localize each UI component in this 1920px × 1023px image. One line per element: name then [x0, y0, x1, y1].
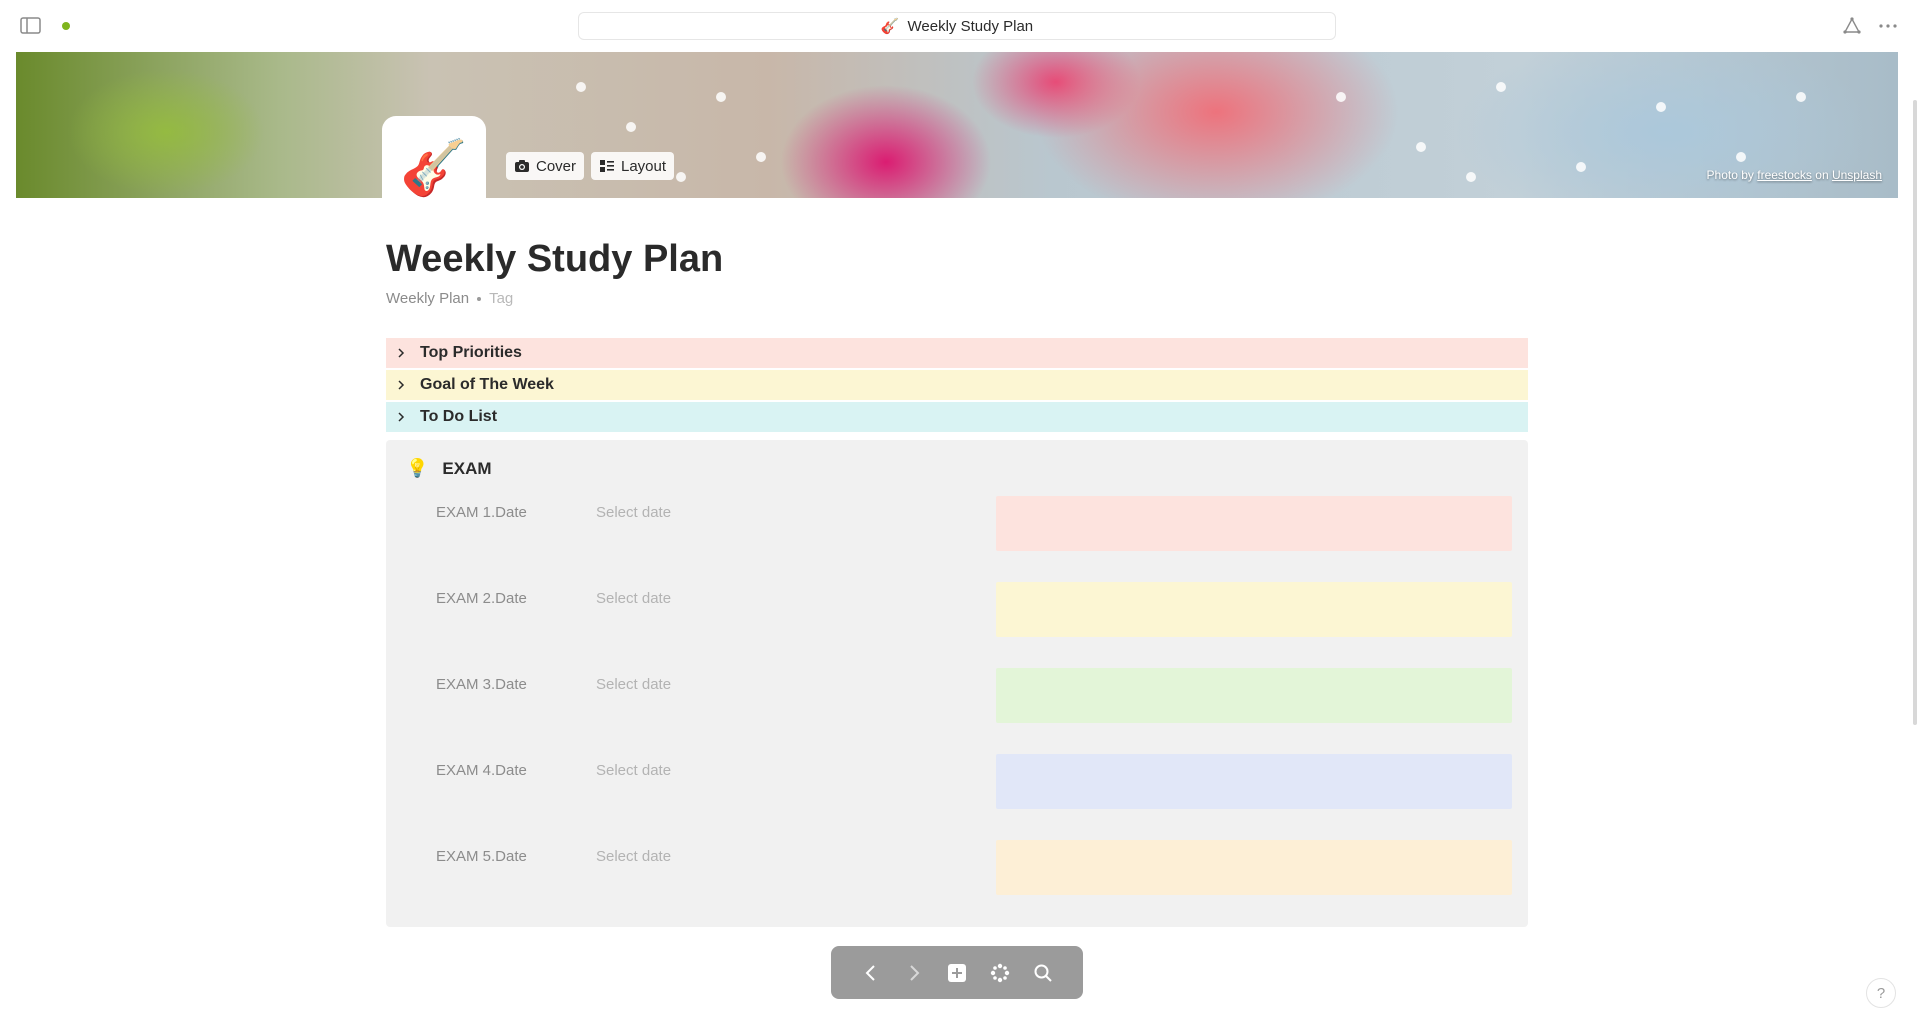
exam-note-block[interactable] — [996, 840, 1512, 895]
exam-note-block[interactable] — [996, 754, 1512, 809]
window-title: Weekly Study Plan — [907, 17, 1034, 35]
forward-icon[interactable] — [900, 959, 928, 987]
credit-on: on — [1815, 168, 1829, 182]
exam-note-block[interactable] — [996, 668, 1512, 723]
exam-row-label: EXAM 3.Date — [436, 676, 527, 693]
sync-status-dot — [62, 22, 70, 30]
exam-row: EXAM 5.Date Select date — [436, 840, 1512, 902]
search-icon[interactable] — [1029, 959, 1057, 987]
date-picker[interactable]: Select date — [596, 676, 671, 693]
credit-site-link[interactable]: Unsplash — [1832, 168, 1882, 182]
back-icon[interactable] — [857, 959, 885, 987]
cover-button-label: Cover — [536, 157, 577, 175]
cover-flowers-decoration — [16, 52, 1898, 198]
toggle-goal-of-the-week[interactable]: Goal of The Week — [386, 370, 1528, 400]
layout-button[interactable]: Layout — [591, 152, 675, 180]
exam-note-block[interactable] — [996, 496, 1512, 551]
more-options-icon[interactable] — [1876, 14, 1900, 38]
date-picker[interactable]: Select date — [596, 504, 671, 521]
toggle-label: To Do List — [420, 408, 498, 425]
page-meta: Weekly Plan Tag — [386, 290, 513, 307]
page-title-bar[interactable]: 🎸 Weekly Study Plan — [578, 12, 1336, 40]
date-picker[interactable]: Select date — [596, 590, 671, 607]
lightbulb-icon[interactable]: 💡 — [406, 458, 428, 479]
exam-row-label: EXAM 5.Date — [436, 848, 527, 865]
scrollbar[interactable] — [1913, 100, 1917, 725]
toggle-top-priorities[interactable]: Top Priorities — [386, 338, 1528, 368]
chevron-right-icon[interactable] — [394, 410, 408, 424]
add-page-icon[interactable] — [943, 959, 971, 987]
chevron-right-icon[interactable] — [394, 346, 408, 360]
exam-heading-label[interactable]: EXAM — [442, 459, 491, 479]
top-bar: 🎸 Weekly Study Plan — [0, 0, 1920, 52]
exam-row-label: EXAM 2.Date — [436, 590, 527, 607]
exam-row: EXAM 3.Date Select date — [436, 668, 1512, 730]
exam-row: EXAM 4.Date Select date — [436, 754, 1512, 816]
tag-input[interactable]: Tag — [489, 290, 513, 307]
share-icon[interactable] — [1840, 14, 1864, 38]
exam-row-label: EXAM 4.Date — [436, 762, 527, 779]
exam-row: EXAM 2.Date Select date — [436, 582, 1512, 644]
page-icon[interactable]: 🎸 — [382, 116, 486, 220]
cover-button[interactable]: Cover — [506, 152, 585, 180]
layout-button-label: Layout — [621, 157, 667, 175]
title-emoji-icon: 🎸 — [880, 18, 900, 35]
credit-author-link[interactable]: freestocks — [1757, 168, 1812, 182]
layout-icon — [600, 160, 614, 172]
credit-prefix: Photo by — [1706, 168, 1754, 182]
chevron-right-icon[interactable] — [394, 378, 408, 392]
exam-row-label: EXAM 1.Date — [436, 504, 527, 521]
page-category[interactable]: Weekly Plan — [386, 290, 469, 307]
exam-note-block[interactable] — [996, 582, 1512, 637]
exam-callout: 💡 EXAM EXAM 1.Date Select date EXAM 2.Da… — [386, 440, 1528, 927]
toggle-label: Top Priorities — [420, 344, 522, 361]
page-title[interactable]: Weekly Study Plan — [386, 238, 723, 281]
guitar-icon: 🎸 — [400, 137, 468, 198]
cover-image: Photo by freestocks on Unsplash — [16, 52, 1898, 198]
camera-icon — [515, 160, 529, 172]
sidebar-toggle-icon[interactable] — [20, 16, 42, 36]
exam-heading: 💡 EXAM — [406, 458, 492, 479]
exam-row: EXAM 1.Date Select date — [436, 496, 1512, 558]
date-picker[interactable]: Select date — [596, 762, 671, 779]
date-picker[interactable]: Select date — [596, 848, 671, 865]
toggle-label: Goal of The Week — [420, 376, 554, 393]
graph-icon[interactable] — [986, 959, 1014, 987]
photo-credit: Photo by freestocks on Unsplash — [1707, 168, 1882, 182]
meta-separator — [477, 296, 482, 301]
bottom-navigation — [831, 946, 1083, 999]
help-button[interactable]: ? — [1866, 978, 1896, 1008]
toggle-to-do-list[interactable]: To Do List — [386, 402, 1528, 432]
